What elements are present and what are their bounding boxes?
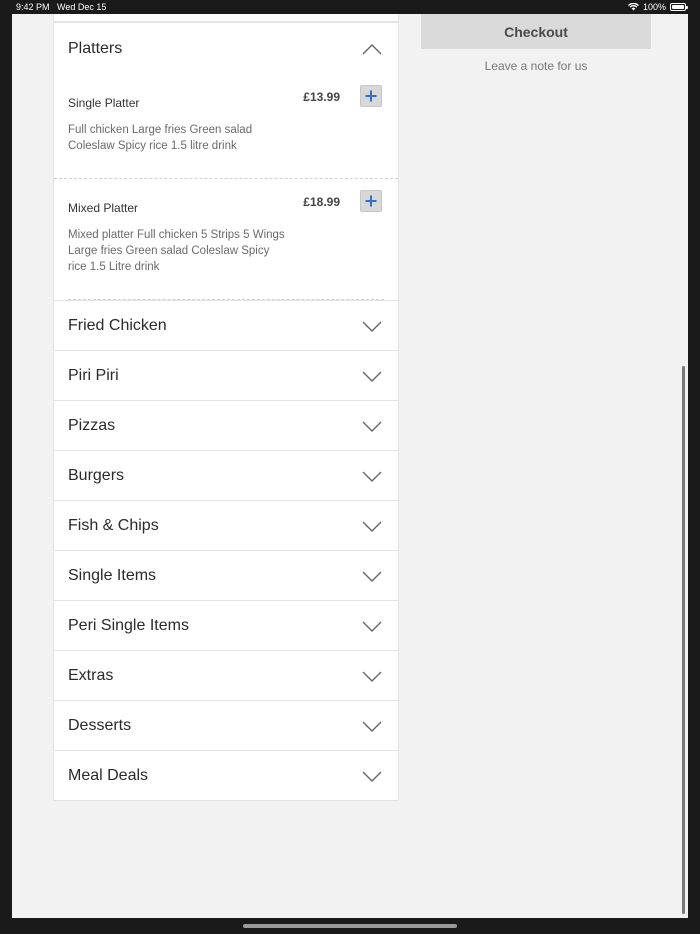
app-screen: Platters Single Platter £13.99 Full chic… <box>12 14 688 918</box>
chevron-down-icon[interactable] <box>362 470 382 482</box>
chevron-down-icon[interactable] <box>362 370 382 382</box>
add-item-button[interactable] <box>360 190 382 212</box>
section-title: Single Items <box>68 566 157 584</box>
add-item-button[interactable] <box>360 85 382 107</box>
section-header[interactable]: Meal Deals <box>54 750 398 800</box>
section-header[interactable]: Pizzas <box>54 400 398 450</box>
section-header[interactable]: Burgers <box>54 450 398 500</box>
chevron-down-icon[interactable] <box>362 670 382 682</box>
chevron-down-icon[interactable] <box>362 520 382 532</box>
item-description: Full chicken Large fries Green salad Col… <box>68 124 253 152</box>
section-header[interactable]: Single Items <box>54 550 398 600</box>
section-header[interactable]: Desserts <box>54 700 398 750</box>
status-time: 9:42 PM Wed Dec 15 <box>16 2 107 12</box>
menu-item: Single Platter £13.99 Full chicken Large… <box>54 74 398 178</box>
section-header-platters[interactable]: Platters <box>54 22 398 74</box>
battery-icon <box>670 3 688 11</box>
status-bar: 9:42 PM Wed Dec 15 100% <box>0 0 700 14</box>
section-title: Pizzas <box>68 416 116 434</box>
menu-item: Mixed Platter £18.99 Mixed platter Full … <box>54 178 398 299</box>
chevron-down-icon[interactable] <box>362 720 382 732</box>
section-title: Piri Piri <box>68 366 119 384</box>
menu-list: Platters Single Platter £13.99 Full chic… <box>53 22 399 801</box>
section-header[interactable]: Extras <box>54 650 398 700</box>
section-title: Meal Deals <box>68 766 149 784</box>
section-title: Burgers <box>68 466 125 484</box>
section-header[interactable]: Fried Chicken <box>54 300 398 350</box>
item-price: £13.99 <box>303 90 340 104</box>
chevron-down-icon[interactable] <box>362 770 382 782</box>
section-header[interactable]: Piri Piri <box>54 350 398 400</box>
status-right: 100% <box>627 2 688 12</box>
home-indicator[interactable] <box>243 924 457 928</box>
checkout-button[interactable]: Checkout <box>421 14 651 49</box>
item-description: Mixed platter Full chicken 5 Strips 5 Wi… <box>68 229 285 273</box>
section-title: Extras <box>68 666 114 684</box>
chevron-up-icon[interactable] <box>362 43 382 55</box>
section-title: Fish & Chips <box>68 516 159 534</box>
previous-section-edge <box>53 14 399 22</box>
leave-note-link[interactable]: Leave a note for us <box>421 59 651 73</box>
section-header[interactable]: Fish & Chips <box>54 500 398 550</box>
battery-percent: 100% <box>642 2 666 12</box>
wifi-icon <box>627 3 639 11</box>
section-title: Fried Chicken <box>68 316 167 334</box>
plus-icon <box>365 90 377 102</box>
chevron-down-icon[interactable] <box>362 420 382 432</box>
section-title: Platters <box>68 39 123 57</box>
section-title: Desserts <box>68 716 132 734</box>
plus-icon <box>365 195 377 207</box>
chevron-down-icon[interactable] <box>362 570 382 582</box>
section-header[interactable]: Peri Single Items <box>54 600 398 650</box>
chevron-down-icon[interactable] <box>362 620 382 632</box>
scrollbar[interactable] <box>682 366 685 914</box>
item-price: £18.99 <box>303 195 340 209</box>
chevron-down-icon[interactable] <box>362 320 382 332</box>
section-title: Peri Single Items <box>68 616 189 634</box>
